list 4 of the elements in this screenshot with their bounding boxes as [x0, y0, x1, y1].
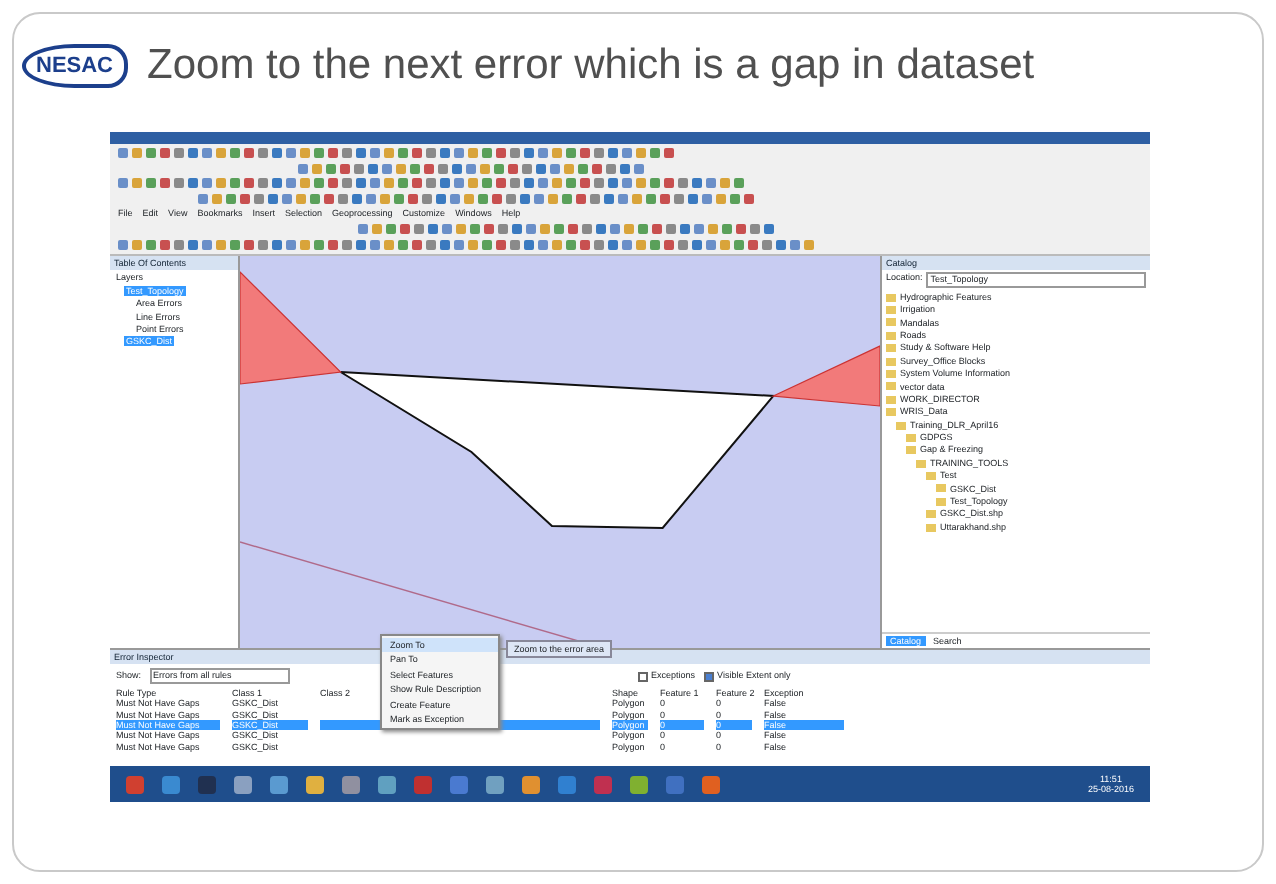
gap-polygon[interactable]	[339, 371, 776, 529]
slide-title: Zoom to the next error which is a gap in dataset	[147, 40, 1035, 93]
error-polygon[interactable]	[771, 345, 880, 407]
logo: NESAC	[22, 44, 128, 88]
